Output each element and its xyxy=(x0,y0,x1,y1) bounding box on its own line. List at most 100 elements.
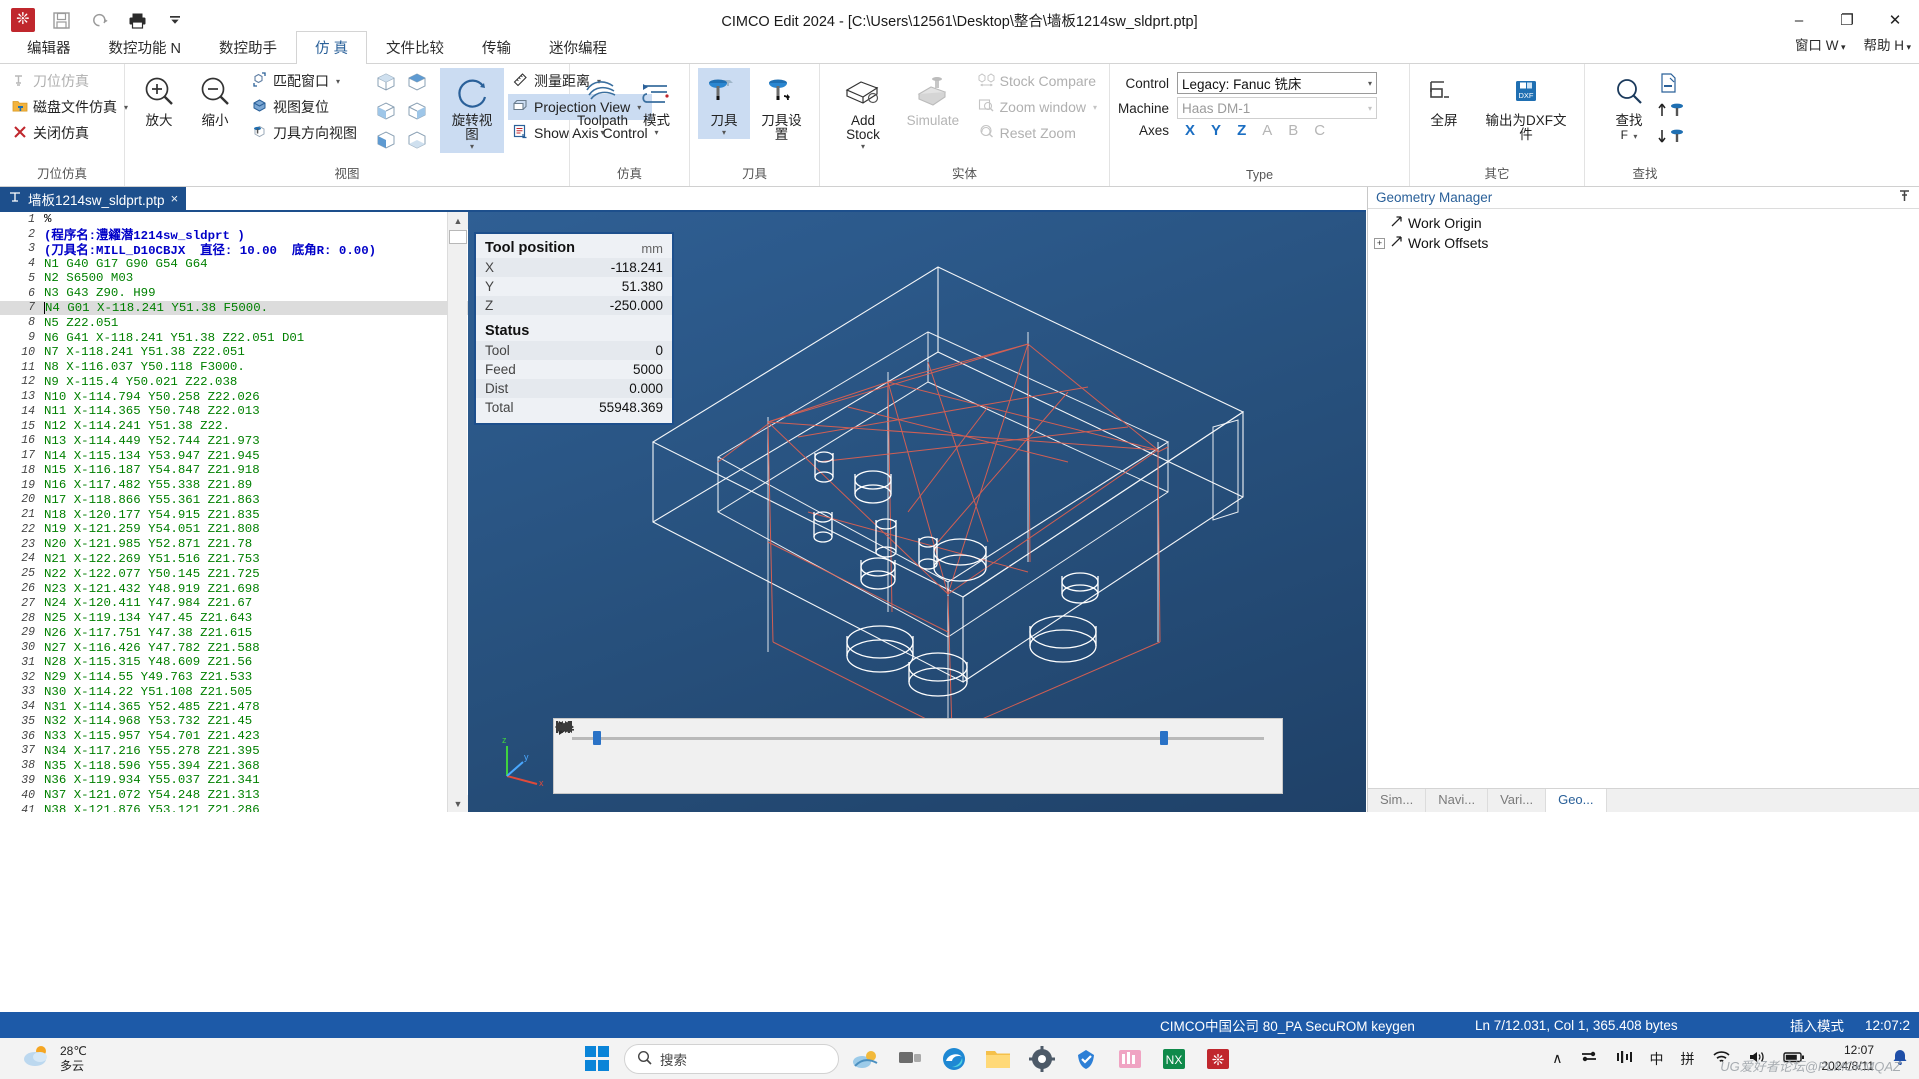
step-fwd-block-button[interactable] xyxy=(556,721,1083,782)
document-tab[interactable]: 墙板1214sw_sldprt.ptp × xyxy=(0,187,187,210)
find-button[interactable]: 查找 F ▾ xyxy=(1603,68,1655,144)
chevron-down-icon[interactable]: ▾ xyxy=(1633,132,1637,141)
code-line[interactable]: 40 N37 X-121.072 Y54.248 Z21.313 xyxy=(0,788,469,803)
bell-icon[interactable] xyxy=(1891,1048,1909,1069)
tab-navigator-panel[interactable]: Navi... xyxy=(1426,789,1489,812)
code-line[interactable]: 22 N19 X-121.259 Y54.051 Z21.808 xyxy=(0,522,469,537)
chevron-down-icon[interactable]: ▾ xyxy=(336,77,340,86)
view-bottom-icon[interactable] xyxy=(402,126,432,154)
code-line[interactable]: 7 N4 G01 X-118.241 Y51.38 F5000. xyxy=(0,300,469,316)
axis-c-toggle[interactable]: C xyxy=(1314,122,1325,139)
code-line[interactable]: 36 N33 X-115.957 Y54.701 Z21.423 xyxy=(0,729,469,744)
tool-settings-button[interactable]: 刀具设置 xyxy=(752,68,811,144)
app-logo-icon[interactable]: ❊ xyxy=(10,7,36,33)
view-top-icon[interactable] xyxy=(402,68,432,96)
disk-file-sim-button[interactable]: 磁盘文件仿真 ▾ xyxy=(8,94,132,120)
tab-transfer[interactable]: 传输 xyxy=(463,31,530,64)
code-line[interactable]: 19 N16 X-117.482 Y55.338 Z21.89 xyxy=(0,478,469,493)
code-line[interactable]: 32 N29 X-114.55 Y49.763 Z21.533 xyxy=(0,670,469,685)
ime-pinyin-icon[interactable]: 拼 xyxy=(1681,1049,1695,1069)
save-icon[interactable] xyxy=(48,7,74,33)
code-line[interactable]: 23 N20 X-121.985 Y52.871 Z21.78 xyxy=(0,537,469,552)
rotate-view-button[interactable]: 旋转视图 ▾ xyxy=(440,68,504,154)
battery-icon[interactable] xyxy=(1782,1050,1805,1067)
qat-more-icon[interactable] xyxy=(162,7,188,33)
code-line[interactable]: 26 N23 X-121.432 Y48.919 Z21.698 xyxy=(0,581,469,596)
play-button[interactable] xyxy=(559,721,931,782)
code-line[interactable]: 9 N6 G41 X-118.241 Y51.38 Z22.051 D01 xyxy=(0,330,469,345)
tree-node-work-offsets[interactable]: + Work Offsets xyxy=(1374,233,1919,253)
code-line[interactable]: 10 N7 X-118.241 Y51.38 Z22.051 xyxy=(0,345,469,360)
axis-x-toggle[interactable]: X xyxy=(1185,122,1195,139)
chevron-down-icon[interactable]: ▾ xyxy=(470,142,474,151)
export-dxf-button[interactable]: DXF 输出为DXF文件 xyxy=(1476,68,1576,144)
task-view-icon[interactable] xyxy=(893,1042,927,1076)
tab-mini-programming[interactable]: 迷你编程 xyxy=(530,31,626,64)
code-line[interactable]: 25 N22 X-122.077 Y50.145 Z21.725 xyxy=(0,566,469,581)
close-sim-button[interactable]: 关闭仿真 xyxy=(8,120,93,146)
tree-expander[interactable]: + xyxy=(1374,237,1385,249)
chevron-down-icon[interactable]: ▾ xyxy=(861,142,865,151)
code-line[interactable]: 18 N15 X-116.187 Y54.847 Z21.918 xyxy=(0,463,469,478)
menu-help[interactable]: 帮助 H xyxy=(1863,34,1911,54)
tool-direction-view-button[interactable]: 刀具方向视图 xyxy=(247,120,361,146)
tab-simulation-panel[interactable]: Sim... xyxy=(1368,789,1427,812)
code-line[interactable]: 38 N35 X-118.596 Y55.394 Z21.368 xyxy=(0,758,469,773)
tab-variables-panel[interactable]: Vari... xyxy=(1488,789,1547,812)
audio-meter-icon[interactable] xyxy=(1615,1049,1633,1068)
code-line[interactable]: 34 N31 X-114.365 Y52.485 Z21.478 xyxy=(0,699,469,714)
settings-icon[interactable] xyxy=(1025,1042,1059,1076)
zoom-window-button[interactable]: Zoom window ▾ xyxy=(974,94,1101,120)
code-line[interactable]: 37 N34 X-117.216 Y55.278 Z21.395 xyxy=(0,744,469,759)
next-tool-icon[interactable] xyxy=(1657,126,1687,151)
tab-geometry-panel[interactable]: Geo... xyxy=(1546,789,1607,812)
code-line[interactable]: 28 N25 X-119.134 Y47.45 Z21.643 xyxy=(0,611,469,626)
chevron-down-icon[interactable]: ▾ xyxy=(1093,103,1097,112)
file-explorer-icon[interactable] xyxy=(981,1042,1015,1076)
scroll-up-button[interactable]: ▲ xyxy=(448,212,468,229)
wifi-icon[interactable] xyxy=(1712,1049,1731,1068)
network-settings-icon[interactable] xyxy=(1580,1049,1598,1068)
step-fwd-one-button[interactable] xyxy=(557,722,969,782)
tree-node-work-origin[interactable]: Work Origin xyxy=(1374,213,1919,233)
editor-vertical-scrollbar[interactable]: ▲ ▼ xyxy=(447,212,468,812)
weather-widget[interactable]: 28℃ 多云 xyxy=(0,1043,87,1074)
rewind-start-button[interactable] xyxy=(556,721,741,782)
step-back-z-button[interactable]: z xyxy=(556,722,855,782)
taskbar-clock[interactable]: 12:07 2024/8/11 xyxy=(1822,1043,1875,1074)
cimco-icon[interactable]: ❊ xyxy=(1201,1042,1235,1076)
fit-window-button[interactable]: 匹配窗口 ▾ xyxy=(247,68,361,94)
tab-nc-functions[interactable]: 数控功能 N xyxy=(90,31,201,64)
axis-z-toggle[interactable]: Z xyxy=(1237,122,1246,139)
axis-y-toggle[interactable]: Y xyxy=(1211,122,1221,139)
step-fwd-z-button[interactable]: z xyxy=(556,722,1007,782)
scroll-down-button[interactable]: ▼ xyxy=(448,795,468,812)
print-icon[interactable] xyxy=(124,7,150,33)
code-line[interactable]: 27 N24 X-120.411 Y47.984 Z21.67 xyxy=(0,596,469,611)
close-icon[interactable]: × xyxy=(171,191,179,206)
code-line[interactable]: 16 N13 X-114.449 Y52.744 Z21.973 xyxy=(0,433,469,448)
code-line[interactable]: 12 N9 X-115.4 Y50.021 Z22.038 xyxy=(0,374,469,389)
axis-a-toggle[interactable]: A xyxy=(1262,122,1272,139)
code-line[interactable]: 35 N32 X-114.968 Y53.732 Z21.45 xyxy=(0,714,469,729)
code-line[interactable]: 33 N30 X-114.22 Y51.108 Z21.505 xyxy=(0,685,469,700)
mode-button[interactable]: 模式 ▾ xyxy=(631,68,683,139)
ime-chinese-icon[interactable]: 中 xyxy=(1650,1049,1664,1069)
code-line[interactable]: 13 N10 X-114.794 Y50.258 Z22.026 xyxy=(0,389,469,404)
nx-icon[interactable]: NX xyxy=(1157,1042,1191,1076)
playback-slider[interactable] xyxy=(572,727,1264,749)
code-line[interactable]: 4 N1 G40 G17 G90 G54 G64 xyxy=(0,256,469,271)
view-right-icon[interactable] xyxy=(402,97,432,125)
code-line[interactable]: 14 N11 X-114.365 Y50.748 Z22.013 xyxy=(0,404,469,419)
add-stock-button[interactable]: Add Stock ▾ xyxy=(828,68,898,153)
view-front-icon[interactable] xyxy=(371,97,401,125)
code-line[interactable]: 20 N17 X-118.866 Y55.361 Z21.863 xyxy=(0,493,469,508)
zoom-out-button[interactable]: 缩小 xyxy=(189,68,241,130)
reset-view-button[interactable]: 视图复位 xyxy=(247,94,361,120)
code-line[interactable]: 5 N2 S6500 M03 xyxy=(0,271,469,286)
step-back-fast-button[interactable] xyxy=(555,721,817,782)
code-line[interactable]: 30 N27 X-116.426 Y47.782 Z21.588 xyxy=(0,640,469,655)
scroll-thumb[interactable] xyxy=(448,230,467,244)
reset-zoom-button[interactable]: Reset Zoom xyxy=(974,120,1101,146)
zoom-in-button[interactable]: 放大 xyxy=(133,68,185,130)
